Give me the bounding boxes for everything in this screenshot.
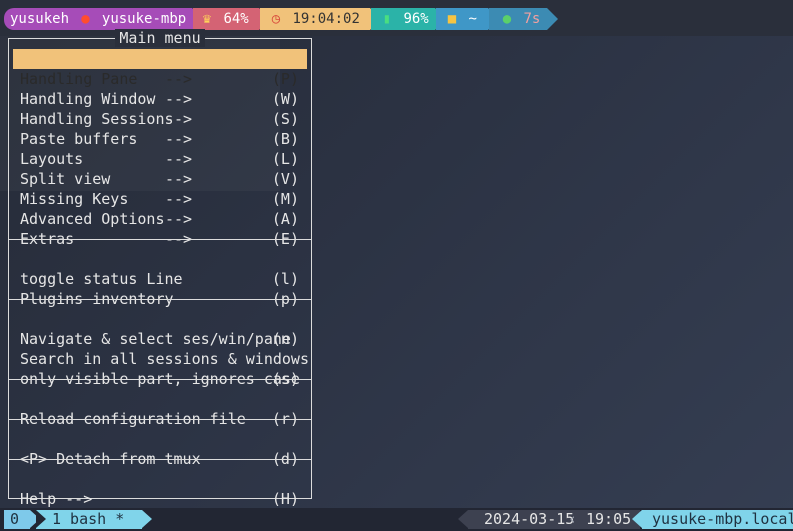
menu-title: Main menu: [9, 29, 311, 47]
mood-segment: ♛ 64%: [193, 8, 270, 30]
current-directory: ~: [468, 11, 477, 27]
hostname: yusuke-mbp: [101, 11, 187, 27]
user-host-segment: yusukeh ● yusuke-mbp: [4, 8, 203, 30]
status-date: 2024-03-15: [484, 510, 575, 528]
menu-item-detach[interactable]: <P> Detach from tmux (d): [13, 429, 307, 468]
menu-item-advanced-options[interactable]: Advanced Options --> (A): [13, 189, 307, 228]
menu-item-handling-window[interactable]: Handling Window --> (W): [13, 69, 307, 108]
main-menu: Main menu Handling Pane --> (P) Handling W…: [8, 29, 312, 508]
turtle-icon: ●: [502, 11, 512, 27]
menu-item-layouts[interactable]: Layouts --> (L): [13, 129, 307, 168]
battery-segment: ▮ 96%: [371, 8, 446, 30]
duration-segment: ● 7s: [489, 8, 558, 30]
menu-separator: [9, 379, 311, 380]
directory-segment: ■ ~: [436, 8, 499, 30]
menu-item-help[interactable]: Help --> (H): [13, 469, 307, 508]
username: yusukeh: [10, 11, 70, 27]
menu-item-reload-config[interactable]: Reload configuration file (r): [13, 389, 307, 428]
menu-item-navigate-select[interactable]: Navigate & select ses/win/pane (n): [13, 309, 307, 348]
date-time-segment: 2024-03-15 ‹ 19:05: [458, 510, 640, 529]
clock-segment: ◷ 19:04:02: [260, 8, 381, 30]
mood-percent: 64%: [223, 11, 249, 27]
menu-separator: [9, 299, 311, 300]
crown-icon: ♛: [202, 11, 212, 27]
bottom-status-bar: 0 1 bash * 2024-03-15 ‹ 19:05 yusuke-mbp…: [0, 508, 793, 531]
hostname-segment: yusuke-mbp.local: [632, 510, 793, 529]
menu-separator: [9, 459, 311, 460]
folder-icon: ■: [447, 11, 457, 27]
session-index[interactable]: 0: [4, 510, 40, 529]
menu-item-extras[interactable]: Extras --> (E): [13, 209, 307, 248]
clock-icon: ◷: [271, 11, 281, 27]
menu-item-search-all[interactable]: Search in all sessions & windows: [13, 329, 309, 368]
menu-item-handling-pane[interactable]: Handling Pane --> (P): [13, 49, 307, 88]
menu-item-missing-keys[interactable]: Missing Keys --> (M): [13, 169, 307, 208]
battery-icon: ▮: [382, 11, 392, 27]
menu-item-toggle-status-line[interactable]: toggle status Line (l): [13, 249, 307, 288]
menu-item-search-visible[interactable]: only visible part, ignores case (s): [13, 349, 307, 388]
menu-item-handling-sessions[interactable]: Handling Sessions --> (S): [13, 89, 307, 128]
menu-item-plugins-inventory[interactable]: Plugins inventory (p): [13, 269, 307, 308]
window-tab-bash[interactable]: 1 bash *: [36, 510, 152, 529]
status-time: 19:05: [586, 510, 632, 528]
menu-separator: [9, 419, 311, 420]
menu-item-paste-buffers[interactable]: Paste buffers --> (B): [13, 109, 307, 148]
chevron-left-icon: ‹: [568, 510, 578, 528]
menu-separator: [9, 239, 311, 240]
clock-time: 19:04:02: [292, 11, 360, 27]
menu-item-split-view[interactable]: Split view --> (V): [13, 149, 307, 188]
battery-level: 96%: [403, 11, 429, 27]
command-duration: 7s: [523, 11, 541, 27]
apple-icon: ●: [81, 11, 90, 27]
